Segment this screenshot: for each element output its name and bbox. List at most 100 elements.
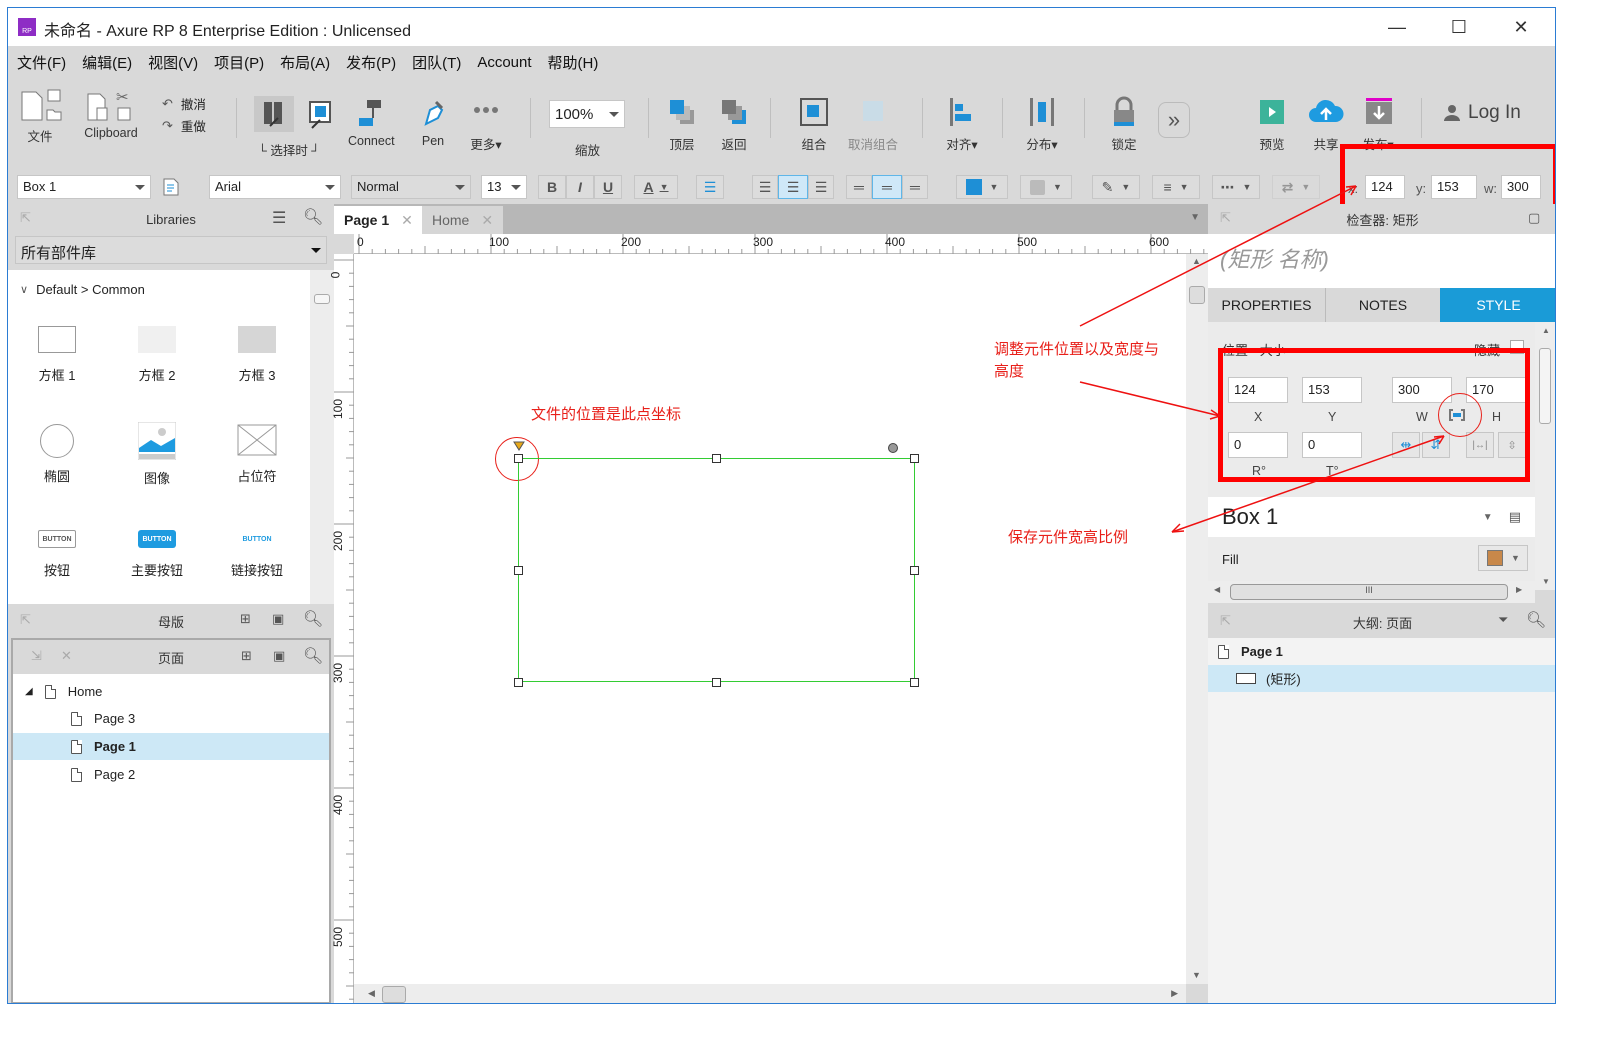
library-select[interactable]: 所有部件库 (15, 236, 327, 264)
menu-icon[interactable]: ☰ (272, 208, 286, 228)
align-button[interactable]: 对齐▾ (944, 96, 980, 153)
select-intersect-button[interactable] (254, 96, 294, 132)
login-button[interactable]: Log In (1442, 102, 1521, 124)
fill-color-button[interactable]: ▼ (956, 175, 1008, 199)
ungroup-button[interactable]: 取消组合 (848, 96, 898, 153)
undock-icon[interactable]: ⇱ (20, 210, 31, 226)
resize-handle-e[interactable] (910, 566, 919, 575)
scroll-up-icon[interactable]: ▲ (1542, 326, 1550, 335)
style-edit-button[interactable] (163, 178, 179, 196)
page-tree-item-selected[interactable]: Page 1 (13, 733, 329, 760)
font-size-select[interactable]: 13 (481, 175, 527, 199)
tab-page-1[interactable]: Page 1 ✕ (334, 206, 423, 234)
scroll-thumb[interactable] (314, 294, 330, 304)
library-item-image[interactable]: 图像 (112, 422, 202, 487)
preview-button[interactable]: 预览 (1254, 96, 1290, 153)
toolbar-overflow-button[interactable]: » (1158, 102, 1190, 138)
select-contain-button[interactable] (302, 96, 338, 132)
search-icon[interactable]: 🔍︎ (1526, 610, 1546, 630)
library-scrollbar[interactable] (310, 270, 334, 604)
widget-style-select[interactable]: Box 1 (17, 175, 151, 199)
canvas-vertical-scrollbar[interactable]: ▲ ▼ (1186, 254, 1208, 984)
style-select[interactable]: Box 1 ▼ ▤ (1208, 497, 1535, 537)
distribute-button[interactable]: 分布▾ (1024, 96, 1060, 153)
menu-file[interactable]: 文件(F) (17, 52, 66, 73)
resize-handle-sw[interactable] (514, 678, 523, 687)
valign-bottom-button[interactable]: ═ (902, 175, 928, 199)
scroll-left-icon[interactable]: ◀ (1214, 585, 1220, 594)
inspector-scrollbar[interactable]: ▲ ▼ (1535, 322, 1555, 590)
undock-icon[interactable]: ⇱ (1220, 210, 1231, 226)
file-button[interactable]: 文件 (16, 88, 64, 145)
scroll-thumb[interactable] (1539, 348, 1551, 424)
close-button[interactable]: ✕ (1498, 14, 1544, 40)
scroll-thumb[interactable] (382, 986, 406, 1003)
line-style-button[interactable]: ⋯ ▼ (1212, 175, 1260, 199)
tabs-dropdown-icon[interactable]: ▼ (1190, 212, 1200, 223)
library-item-placeholder[interactable]: 占位符 (212, 424, 302, 485)
resize-handle-nw[interactable] (514, 454, 523, 463)
align-text-left-button[interactable]: ☰ (752, 175, 778, 199)
rotate-handle[interactable] (888, 443, 898, 453)
font-family-select[interactable]: Arial (209, 175, 341, 199)
bullet-list-button[interactable]: ☰ (696, 175, 724, 199)
fill-color-picker[interactable]: ▼ (1478, 545, 1528, 571)
undock-icon[interactable]: ⇱ (1220, 613, 1231, 629)
menu-help[interactable]: 帮助(H) (548, 52, 599, 73)
group-button[interactable]: 组合 (796, 96, 832, 153)
valign-middle-button[interactable]: ═ (872, 175, 902, 199)
rectangle-widget[interactable] (518, 458, 915, 682)
add-folder-icon[interactable]: ▣ (272, 611, 284, 627)
resize-handle-ne[interactable] (910, 454, 919, 463)
design-canvas[interactable]: 文件的位置是此点坐标 调整元件位置以及宽度与高度 保存元件宽高比例 (354, 254, 1186, 984)
tab-notes[interactable]: NOTES (1326, 288, 1440, 322)
line-color-button[interactable]: ✎ ▼ (1092, 175, 1140, 199)
undo-button[interactable]: ↶ 撤消 (162, 94, 206, 113)
connect-button[interactable]: Connect (348, 96, 395, 148)
tab-style[interactable]: STYLE (1440, 288, 1555, 322)
arrow-style-button[interactable]: ⇄ ▼ (1272, 175, 1320, 199)
page-tree-item[interactable]: Page 3 (13, 705, 329, 732)
resize-handle-se[interactable] (910, 678, 919, 687)
scroll-thumb[interactable]: III (1230, 584, 1508, 600)
page-tree-item[interactable]: Page 2 (13, 761, 329, 788)
menu-team[interactable]: 团队(T) (412, 52, 461, 73)
search-icon[interactable]: 🔍︎ (303, 207, 323, 227)
redo-button[interactable]: ↷ 重做 (162, 116, 206, 135)
library-item-primary-button[interactable]: BUTTON 主要按钮 (112, 530, 202, 579)
scroll-down-icon[interactable]: ▼ (1542, 577, 1550, 586)
menu-project[interactable]: 项目(P) (214, 52, 264, 73)
tab-home[interactable]: Home ✕ (422, 206, 504, 234)
menu-view[interactable]: 视图(V) (148, 52, 198, 73)
filter-icon[interactable]: ⏷ (1498, 612, 1508, 628)
scroll-thumb[interactable] (1189, 286, 1205, 304)
bold-button[interactable]: B (538, 175, 566, 199)
align-text-center-button[interactable]: ☰ (778, 175, 808, 199)
close-icon[interactable]: ✕ (61, 648, 72, 664)
shadow-button[interactable]: ▼ (1020, 175, 1072, 199)
valign-top-button[interactable]: ═ (846, 175, 872, 199)
style-edit-icon[interactable]: ▤ (1509, 509, 1521, 525)
undock-icon[interactable]: ⇱ (20, 612, 31, 628)
resize-handle-s[interactable] (712, 678, 721, 687)
canvas-horizontal-scrollbar[interactable]: ◀ ▶ (354, 984, 1186, 1003)
add-folder-icon[interactable]: ▣ (273, 648, 285, 664)
page-icon[interactable]: ▢ (1528, 210, 1540, 226)
menu-account[interactable]: Account (477, 54, 531, 71)
send-to-back-button[interactable]: 返回 (716, 96, 752, 153)
library-item-button[interactable]: BUTTON 按钮 (12, 530, 102, 579)
line-width-button[interactable]: ≡ ▼ (1152, 175, 1200, 199)
font-style-select[interactable]: Normal (351, 175, 471, 199)
tab-properties[interactable]: PROPERTIES (1208, 288, 1326, 322)
inspector-horizontal-scrollbar[interactable]: ◀ III ▶ (1208, 581, 1535, 603)
close-tab-icon[interactable]: ✕ (401, 212, 413, 229)
collapse-icon[interactable]: ⇲ (31, 648, 42, 664)
maximize-button[interactable]: ☐ (1436, 14, 1482, 40)
resize-handle-w[interactable] (514, 566, 523, 575)
lock-button[interactable]: 锁定 (1106, 96, 1142, 153)
scroll-right-icon[interactable]: ▶ (1516, 585, 1522, 594)
minimize-button[interactable]: — (1374, 14, 1420, 40)
library-group-toggle[interactable]: ∨ Default > Common (20, 282, 145, 297)
widget-name-input[interactable]: (矩形 名称) (1208, 234, 1555, 288)
scroll-up-icon[interactable]: ▲ (1192, 256, 1201, 266)
